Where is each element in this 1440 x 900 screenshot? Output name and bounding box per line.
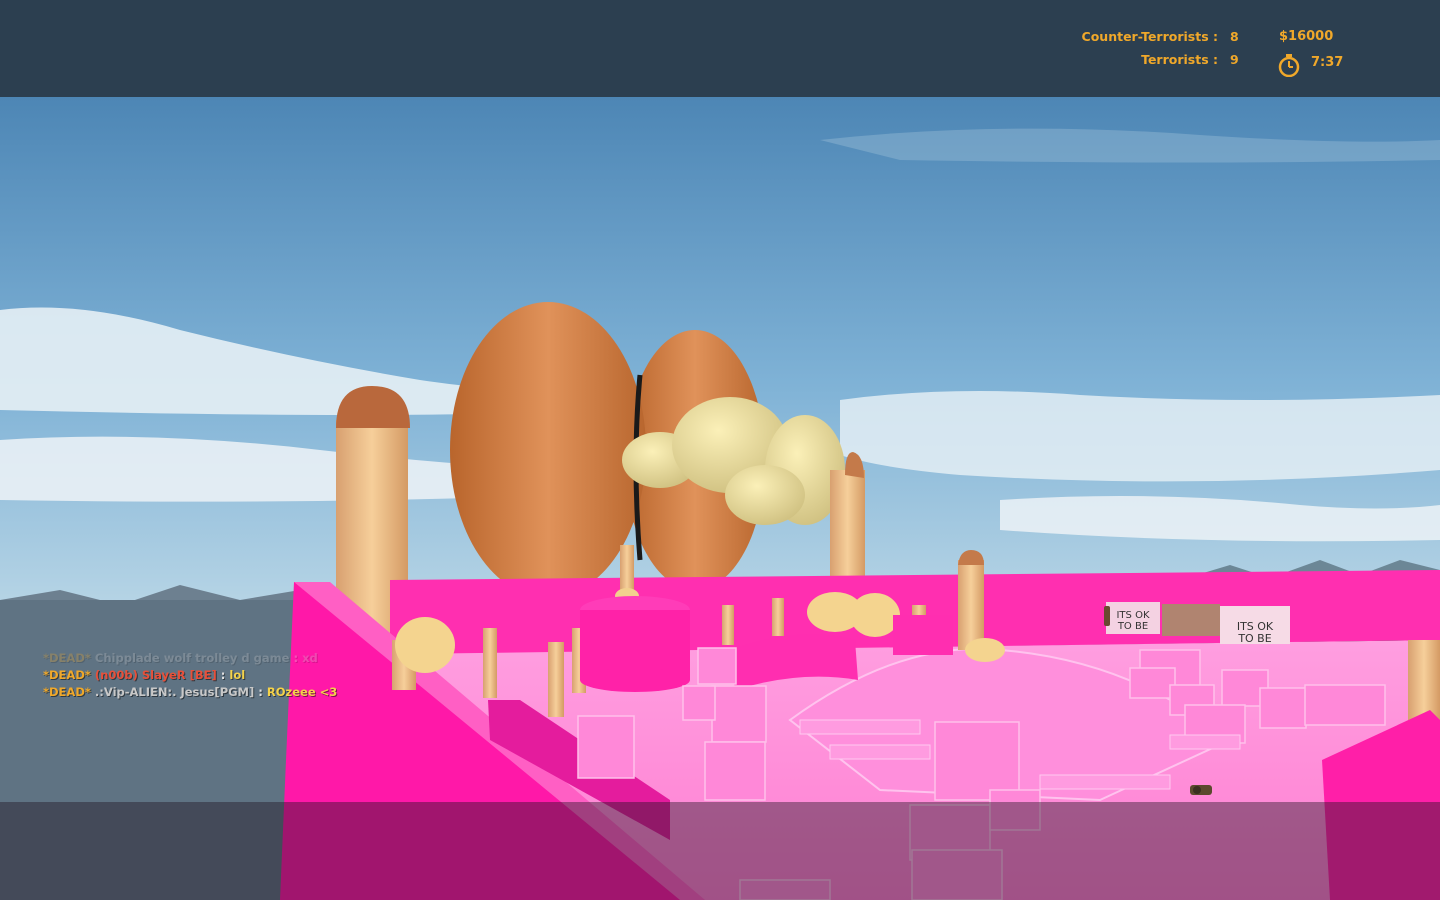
terrorists-label: Terrorists : (1141, 52, 1218, 67)
chat-dead-tag: *DEAD* (43, 685, 91, 699)
cloud (840, 391, 1440, 482)
chat-player-name: Chipplade (94, 651, 160, 665)
map-scene: ITS OK TO BE ITS OK TO BE (0, 97, 1440, 900)
crate (1259, 687, 1307, 729)
crate (697, 647, 737, 685)
pink-cylinder-bottom (580, 668, 690, 692)
game-viewport[interactable]: ITS OK TO BE ITS OK TO BE Counter-Terror… (0, 0, 1440, 900)
blob-base (850, 593, 900, 637)
chat-dead-tag: *DEAD* (43, 668, 91, 682)
chat-separator: : (258, 685, 263, 699)
player-model (1104, 606, 1110, 626)
spectator-bottom-bar (0, 802, 1440, 900)
small-pillar (958, 560, 984, 650)
crate (1129, 667, 1176, 699)
poster-sign-1: ITS OK TO BE (1106, 602, 1220, 636)
chat-separator: : (220, 668, 226, 682)
blob-base (395, 617, 455, 673)
giant-egg-left (450, 302, 646, 598)
poster-photo (1162, 604, 1220, 636)
chat-message: *DEAD* .:Vip-ALIEN:. Jesus[PGM] : ROzeee… (43, 685, 337, 699)
crate (934, 721, 1020, 801)
chat-player-name: .:Vip-ALIEN:. Jesus[PGM] (94, 685, 255, 699)
poster-text: TO BE (1117, 621, 1148, 632)
crate (711, 685, 767, 743)
chat-text: xd (302, 651, 318, 665)
chat-player-name: (n00b) SlayeR [BE] (94, 668, 217, 682)
small-pillar (1408, 640, 1440, 720)
small-pillar (722, 605, 734, 645)
counter-terrorists-label: Counter-Terrorists : (1081, 29, 1218, 44)
small-pillar (548, 642, 564, 717)
edge-box (1169, 734, 1241, 750)
player-model (1190, 785, 1212, 795)
chat-text: ROzeee <3 (266, 685, 338, 699)
money-display: $16000 (1279, 29, 1334, 44)
edge-box (799, 719, 921, 735)
chat-separator: : (293, 651, 299, 665)
crate (577, 715, 635, 779)
crate (1304, 684, 1386, 726)
pink-block (893, 615, 953, 655)
chat-partial-text: wolf trolley d game (163, 651, 290, 665)
terrorists-score: 9 (1230, 52, 1239, 67)
chat-dead-tag: *DEAD* (43, 651, 91, 665)
blob (725, 465, 805, 525)
crate (682, 685, 716, 721)
blob-base (965, 638, 1005, 662)
small-pillar (620, 545, 634, 595)
poster-sign-2: ITS OK TO BE (1220, 606, 1290, 645)
small-pillar (483, 628, 497, 698)
chat-text: lol (229, 668, 246, 682)
poster-text: TO BE (1237, 632, 1271, 645)
crate (704, 741, 766, 801)
stopwatch-icon (1278, 54, 1300, 77)
chat-message: *DEAD* (n00b) SlayeR [BE] : lol (43, 668, 245, 682)
poster-text: ITS OK (1116, 610, 1149, 621)
chat-message: *DEAD* Chipplade wolf trolley d game : x… (43, 651, 318, 665)
small-pillar (772, 598, 784, 636)
round-timer: 7:37 (1311, 55, 1344, 70)
spectator-top-bar (0, 0, 1440, 97)
edge-box (829, 744, 931, 760)
edge-box (1039, 774, 1171, 790)
counter-terrorists-score: 8 (1230, 29, 1239, 44)
